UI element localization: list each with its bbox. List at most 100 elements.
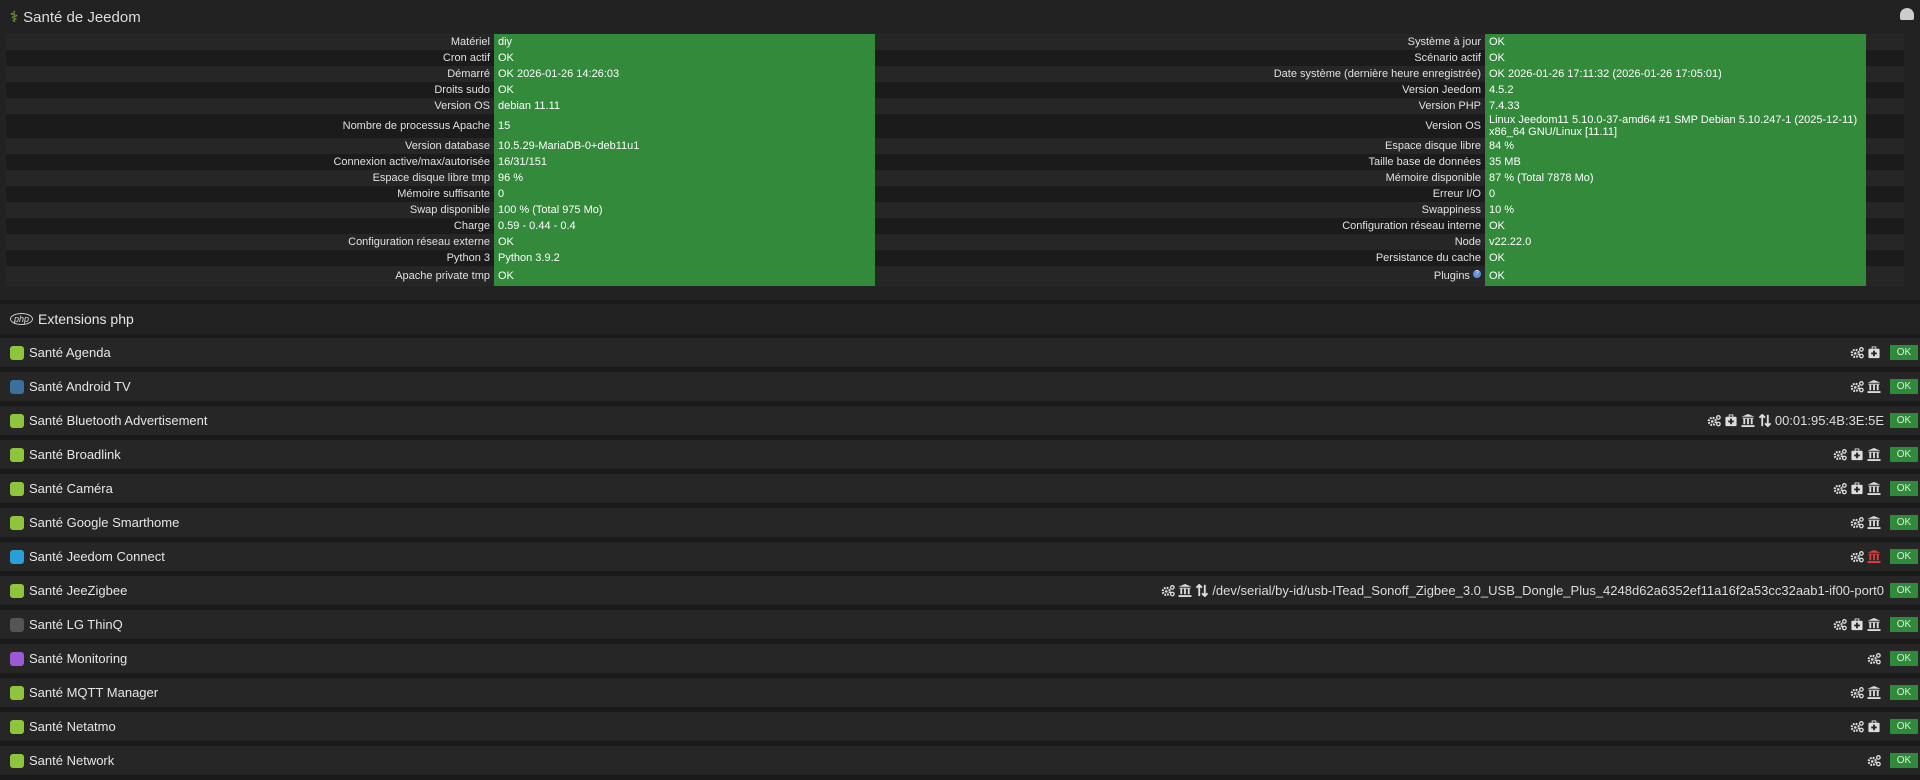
label-text: Erreur I/O: [1432, 188, 1481, 200]
arrows-icon[interactable]: [1758, 414, 1772, 427]
dashboard-gauge-icon[interactable]: [1900, 8, 1914, 20]
plugin-icon: [10, 753, 24, 768]
plugin-health-row[interactable]: Santé Bluetooth Advertisement 00:01:95:4B…: [0, 406, 1920, 440]
bank-icon[interactable]: [1867, 618, 1881, 631]
plugin-name[interactable]: Santé JeeZigbee: [29, 583, 1161, 598]
health-row: Charge 0.59 - 0.44 - 0.4: [6, 218, 875, 234]
medkit-icon[interactable]: [1850, 618, 1864, 631]
plugin-name[interactable]: Santé Bluetooth Advertisement: [29, 413, 1707, 428]
medkit-icon[interactable]: [1724, 414, 1738, 427]
health-row: Scénario actif OK: [875, 50, 1904, 66]
health-label: Node: [875, 234, 1485, 250]
gears-icon[interactable]: [1867, 652, 1881, 665]
health-value: 4.5.2: [1485, 82, 1866, 98]
plugin-icon: [10, 447, 24, 462]
plugin-health-row[interactable]: Santé Android TV OK: [0, 372, 1920, 406]
health-row: Connexion active/max/autorisée 16/31/151: [6, 154, 875, 170]
health-label: Mémoire suffisante: [6, 186, 494, 202]
plugin-name[interactable]: Santé Broadlink: [29, 447, 1833, 462]
plugin-name[interactable]: Santé Network: [29, 753, 1867, 768]
health-row: Configuration réseau externe OK: [6, 234, 875, 250]
gears-icon[interactable]: [1833, 618, 1847, 631]
jeedom-health-icon: ⚕: [10, 9, 19, 26]
gears-icon[interactable]: [1850, 516, 1864, 529]
plugin-health-list: Santé Agenda OK Santé Android TV OK Santé Bl…: [0, 338, 1920, 780]
medkit-icon[interactable]: [1850, 482, 1864, 495]
gears-icon[interactable]: [1850, 380, 1864, 393]
plugin-name[interactable]: Santé MQTT Manager: [29, 685, 1850, 700]
spacer-cell: [1866, 186, 1904, 202]
health-row: Swap disponible 100 % (Total 975 Mo): [6, 202, 875, 218]
plugin-icon: [10, 549, 24, 564]
bank-icon[interactable]: [1867, 550, 1881, 563]
health-row: Plugins ? OK: [875, 266, 1904, 286]
plugin-health-row[interactable]: Santé Broadlink OK: [0, 440, 1920, 474]
help-icon[interactable]: ?: [1473, 270, 1481, 278]
label-text: Cron actif: [442, 52, 490, 64]
label-text: Persistance du cache: [1375, 252, 1481, 264]
bank-icon[interactable]: [1867, 380, 1881, 393]
php-extensions-header[interactable]: php Extensions php: [0, 304, 1920, 338]
plugin-name[interactable]: Santé Netatmo: [29, 719, 1850, 734]
health-row: Erreur I/O 0: [875, 186, 1904, 202]
spacer-cell: [1866, 50, 1904, 66]
gears-icon[interactable]: [1850, 720, 1864, 733]
label-text: Nombre de processus Apache: [342, 120, 490, 132]
php-icon: php: [10, 313, 34, 325]
health-row: Version Jeedom 4.5.2: [875, 82, 1904, 98]
medkit-icon[interactable]: [1850, 448, 1864, 461]
health-label: Erreur I/O: [875, 186, 1485, 202]
plugin-name[interactable]: Santé LG ThinQ: [29, 617, 1833, 632]
arrows-icon[interactable]: [1195, 584, 1209, 597]
plugin-info: 00:01:95:4B:3E:5E: [1774, 413, 1884, 428]
bank-icon[interactable]: [1178, 584, 1192, 597]
gears-icon[interactable]: [1707, 414, 1721, 427]
plugin-name[interactable]: Santé Monitoring: [29, 651, 1867, 666]
gears-icon[interactable]: [1850, 686, 1864, 699]
plugin-health-row[interactable]: Santé Netatmo OK: [0, 712, 1920, 746]
health-row: Démarré OK 2026-01-26 14:26:03: [6, 66, 875, 82]
plugin-name[interactable]: Santé Agenda: [29, 345, 1850, 360]
gears-icon[interactable]: [1867, 754, 1881, 767]
bank-icon[interactable]: [1741, 414, 1755, 427]
gears-icon[interactable]: [1850, 346, 1864, 359]
gears-icon[interactable]: [1833, 482, 1847, 495]
status-badge: OK: [1890, 753, 1918, 768]
bank-icon[interactable]: [1867, 482, 1881, 495]
plugin-name[interactable]: Santé Android TV: [29, 379, 1850, 394]
plugin-health-row[interactable]: Santé Google Smarthome OK: [0, 508, 1920, 542]
gears-icon[interactable]: [1850, 550, 1864, 563]
gears-icon[interactable]: [1161, 584, 1175, 597]
plugin-name[interactable]: Santé Google Smarthome: [29, 515, 1850, 530]
health-value: OK: [1485, 250, 1866, 266]
plugin-health-row[interactable]: Santé Caméra OK: [0, 474, 1920, 508]
medkit-icon[interactable]: [1867, 720, 1881, 733]
label-text: Apache private tmp: [395, 270, 490, 282]
health-row: Python 3 Python 3.9.2: [6, 250, 875, 266]
health-row: Droits sudo OK: [6, 82, 875, 98]
label-text: Swap disponible: [409, 204, 490, 216]
health-label: Scénario actif: [875, 50, 1485, 66]
spacer-cell: [1866, 202, 1904, 218]
health-value: OK: [1485, 50, 1866, 66]
health-row: Matériel diy: [6, 34, 875, 50]
plugin-health-row[interactable]: Santé MQTT Manager OK: [0, 678, 1920, 712]
gears-icon[interactable]: [1833, 448, 1847, 461]
label-text: Connexion active/max/autorisée: [333, 156, 490, 168]
medkit-icon[interactable]: [1867, 346, 1881, 359]
bank-icon[interactable]: [1867, 516, 1881, 529]
plugin-health-row[interactable]: Santé Network OK: [0, 746, 1920, 780]
plugin-health-row[interactable]: Santé Agenda OK: [0, 338, 1920, 372]
plugin-health-row[interactable]: Santé JeeZigbee/dev/serial/by-id/usb-ITe…: [0, 576, 1920, 610]
bank-icon[interactable]: [1867, 448, 1881, 461]
plugin-health-row[interactable]: Santé Jeedom Connect OK: [0, 542, 1920, 576]
spacer-cell: [1866, 266, 1904, 286]
spacer-cell: [1866, 218, 1904, 234]
plugin-health-row[interactable]: Santé LG ThinQ OK: [0, 610, 1920, 644]
label-text: Node: [1454, 236, 1481, 248]
health-row: Version OS debian 11.11: [6, 98, 875, 114]
bank-icon[interactable]: [1867, 686, 1881, 699]
plugin-name[interactable]: Santé Jeedom Connect: [29, 549, 1850, 564]
plugin-health-row[interactable]: Santé Monitoring OK: [0, 644, 1920, 678]
plugin-name[interactable]: Santé Caméra: [29, 481, 1833, 496]
